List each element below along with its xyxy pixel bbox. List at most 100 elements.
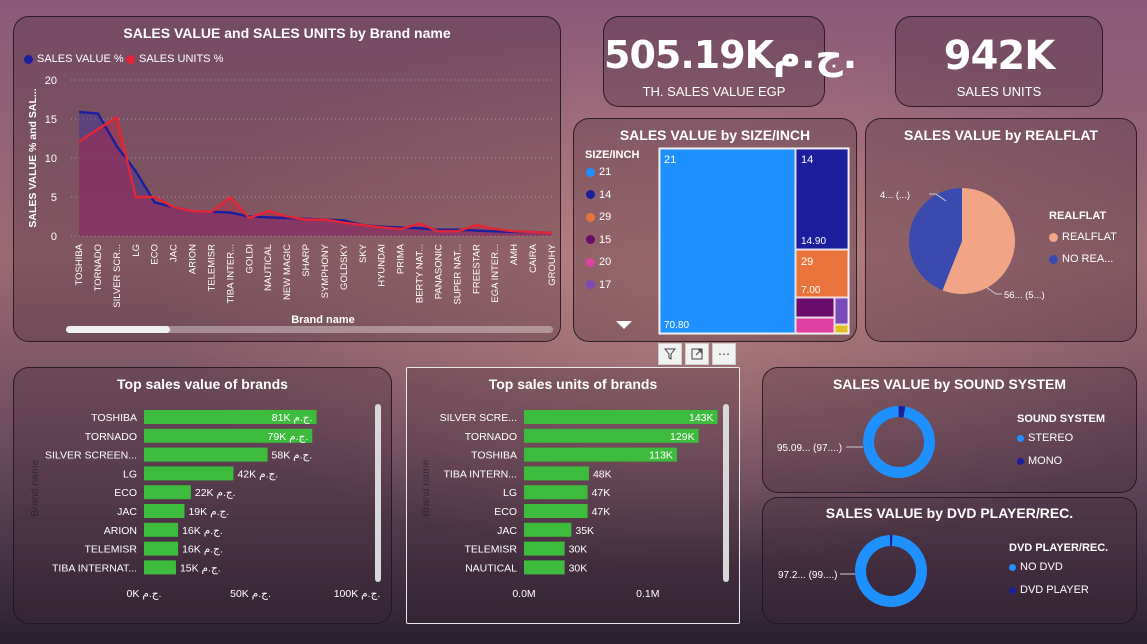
- x-tick-label: GROUHY: [547, 243, 558, 285]
- pie-slice: [889, 535, 893, 547]
- focus-mode-icon[interactable]: [685, 343, 709, 365]
- x-tick-label: BERTY NAT...: [415, 244, 426, 303]
- treemap-label-value: 70.80: [664, 320, 689, 331]
- bar: [144, 541, 179, 556]
- vertical-scrollbar[interactable]: [375, 404, 381, 582]
- x-tick-label: SKY: [358, 243, 369, 263]
- x-tick-label: ECO: [150, 244, 161, 265]
- x-tick-label: TELEMISR: [206, 244, 217, 292]
- kpi-sales-units-card: 942K SALES UNITS: [895, 16, 1103, 107]
- x-tick-label: SUPER NAT...: [452, 244, 463, 305]
- kpi-sales-value: 505.19Kج.م.: [604, 33, 858, 77]
- bar-value-label: 16K ج.م.: [182, 544, 223, 556]
- bar-category-label: SILVER SCRE...: [440, 412, 517, 424]
- bar: [524, 485, 588, 500]
- kpi-sales-value-label: TH. SALES VALUE EGP: [642, 84, 786, 99]
- legend-realflat[interactable]: REALFLAT: [1049, 231, 1117, 243]
- top-value-plot[interactable]: TOSHIBA 81K ج.م. TORNADO 79K ج.م. SILVER SCR…: [14, 368, 393, 625]
- legend-mono[interactable]: MONO: [1017, 455, 1062, 467]
- x-tick-label: 0.1M: [636, 588, 659, 600]
- bar-value-label: 35K: [575, 525, 594, 537]
- x-tick-label: PANASONIC: [433, 244, 444, 299]
- legend-label: DVD PLAYER: [1020, 584, 1089, 596]
- bar: [524, 466, 589, 481]
- bar-category-label: LG: [123, 468, 137, 480]
- legend-dot-blue: [1049, 254, 1058, 264]
- bar-value-label: 42K ج.م.: [237, 468, 278, 480]
- treemap-cell-15: [795, 297, 835, 318]
- legend-label: REALFLAT: [1062, 231, 1117, 243]
- pie-data-label: 56... (5...): [1004, 290, 1045, 301]
- x-tick-label: GOLDI: [244, 244, 255, 274]
- treemap-card: SALES VALUE by SIZE/INCH SIZE/INCH 21 14 2…: [573, 118, 857, 342]
- bar: [144, 522, 179, 537]
- x-tick-label: GOLDSKY: [339, 243, 350, 290]
- bar-category-label: TOSHIBA: [471, 450, 517, 462]
- bar-category-label: NAUTICAL: [465, 562, 517, 574]
- kpi-sales-units: 942K: [943, 33, 1056, 79]
- y-axis-title: SALES VALUE % and SAL...: [27, 88, 39, 227]
- bar-value-label: 22K ج.م.: [195, 487, 236, 499]
- bar-category-label: TELEMISR: [464, 544, 517, 556]
- legend-dot-navy: [1009, 586, 1016, 594]
- treemap-label-value: 14.90: [801, 236, 826, 247]
- y-axis-title: Brand name: [420, 459, 432, 516]
- bar-value-label: 81K ج.م.: [272, 412, 313, 424]
- legend-dot-salmon: [1049, 232, 1058, 242]
- x-tick-label: LG: [131, 244, 142, 257]
- horizontal-scrollbar[interactable]: [66, 326, 553, 333]
- bar-category-label: TOSHIBA: [91, 412, 137, 424]
- bar-value-label: 79K ج.م.: [268, 431, 309, 443]
- bar: [524, 522, 572, 537]
- x-tick-label: HYUNDAI: [377, 244, 388, 287]
- bar-value-label: 58K ج.م.: [272, 450, 313, 462]
- sound-legend-title: SOUND SYSTEM: [1017, 413, 1106, 425]
- y-tick-label: 10: [45, 153, 57, 165]
- x-tick-label: ARION: [188, 244, 199, 274]
- legend-dvd-player[interactable]: DVD PLAYER: [1009, 584, 1089, 596]
- x-tick-label: 50K ج.م.: [230, 588, 271, 600]
- treemap-plot[interactable]: 21 70.80 14 14.90 29 7.00: [574, 119, 858, 343]
- bar-value-label: 129K: [670, 431, 695, 443]
- line-chart-plot[interactable]: 0 5 10 15 20 SALES VALUE % and SAL... TOSHIBA T…: [14, 17, 562, 343]
- legend-dot-navy: [1017, 457, 1024, 465]
- bar-value-label: 47K: [592, 506, 611, 518]
- x-tick-label: 100K ج.م.: [334, 588, 381, 600]
- y-tick-label: 5: [51, 192, 57, 204]
- legend-stereo[interactable]: STEREO: [1017, 432, 1073, 444]
- bar: [524, 560, 565, 575]
- legend-label: NO DVD: [1020, 561, 1063, 573]
- x-tick-label: SYMPHONY: [320, 243, 331, 298]
- bar-category-label: TIBA INTERNAT...: [52, 562, 137, 574]
- kpi-sales-units-label: SALES UNITS: [956, 84, 1042, 99]
- dvd-donut-card: SALES VALUE by DVD PLAYER/REC. 97.2... (…: [762, 497, 1137, 624]
- more-options-icon[interactable]: ⋯: [712, 343, 736, 365]
- x-tick-label: EGA INTER...: [490, 244, 501, 303]
- treemap-cell-17: [834, 297, 849, 325]
- legend-no-dvd[interactable]: NO DVD: [1009, 561, 1063, 573]
- bar-value-label: 15K ج.م.: [180, 562, 221, 574]
- bar: [144, 560, 176, 575]
- legend-label: STEREO: [1028, 432, 1074, 444]
- y-tick-label: 0: [51, 231, 57, 243]
- sound-donut-card: SALES VALUE by SOUND SYSTEM 95.09... (97…: [762, 367, 1137, 493]
- bar-value-label: 16K ج.م.: [182, 525, 223, 537]
- x-axis-title: Brand name: [291, 314, 355, 326]
- y-tick-label: 15: [45, 114, 57, 126]
- treemap-label-name: 21: [664, 154, 676, 166]
- kpi-sales-value-card: 505.19Kج.م. TH. SALES VALUE EGP: [603, 16, 858, 107]
- bar-value-label: 30K: [569, 544, 588, 556]
- sound-donut-plot[interactable]: 95.09... (97....): [763, 368, 1138, 494]
- top-units-plot[interactable]: SILVER SCRE... 143K TORNADO 129K TOSHIBA 113K…: [407, 368, 741, 625]
- vertical-scrollbar[interactable]: [723, 404, 729, 582]
- bar: [144, 504, 185, 518]
- treemap-label-name: 29: [801, 256, 813, 268]
- dvd-donut-plot[interactable]: 97.2... (99....): [763, 498, 1138, 625]
- x-tick-label: PRIMA: [396, 243, 407, 274]
- filter-icon[interactable]: [658, 343, 682, 365]
- bar-category-label: TORNADO: [85, 431, 137, 443]
- y-axis-title: Brand name: [29, 459, 41, 516]
- scrollbar-thumb[interactable]: [66, 326, 170, 333]
- legend-no-realflat[interactable]: NO REA...: [1049, 253, 1113, 265]
- bar-value-label: 48K: [593, 468, 612, 480]
